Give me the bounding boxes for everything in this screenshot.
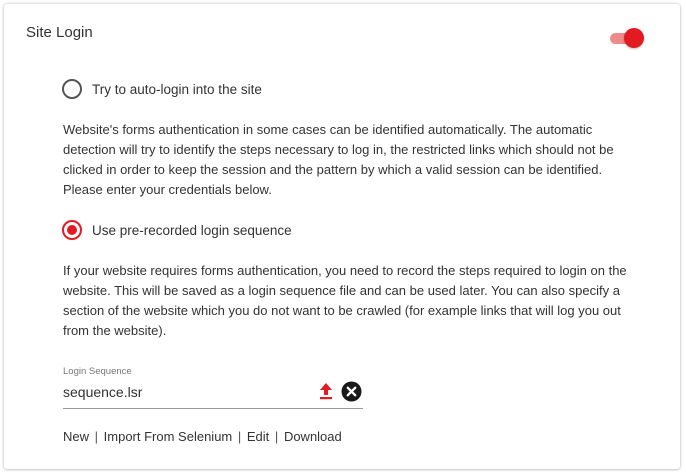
login-sequence-input[interactable] — [63, 384, 303, 400]
separator: | — [94, 429, 99, 444]
login-sequence-field: Login Sequence — [63, 366, 363, 409]
separator: | — [274, 429, 279, 444]
prerecorded-description: If your website requires forms authentic… — [63, 263, 627, 338]
radio-prerecorded-label: Use pre-recorded login sequence — [92, 222, 292, 238]
radio-button-unchecked[interactable] — [62, 79, 82, 99]
new-link[interactable]: New — [63, 429, 89, 444]
upload-arrow-icon[interactable] — [317, 382, 335, 400]
radio-prerecorded-sequence[interactable]: Use pre-recorded login sequence — [62, 220, 292, 240]
site-login-toggle[interactable] — [606, 28, 644, 48]
import-selenium-link[interactable]: Import From Selenium — [104, 429, 233, 444]
separator: | — [237, 429, 242, 444]
radio-auto-login-label: Try to auto-login into the site — [92, 81, 262, 97]
login-sequence-label: Login Sequence — [63, 366, 132, 377]
toggle-knob — [624, 28, 644, 48]
sequence-actions: New | Import From Selenium | Edit | Down… — [63, 429, 342, 444]
card-title: Site Login — [26, 24, 93, 41]
close-circle-icon[interactable] — [341, 381, 362, 402]
site-login-card: Site Login Try to auto-login into the si… — [4, 4, 680, 469]
edit-link[interactable]: Edit — [247, 429, 269, 444]
download-link[interactable]: Download — [284, 429, 342, 444]
auto-login-description: Website's forms authentication in some c… — [63, 122, 614, 197]
radio-button-checked[interactable] — [62, 220, 82, 240]
radio-auto-login[interactable]: Try to auto-login into the site — [62, 79, 262, 99]
radio-dot — [67, 225, 77, 235]
